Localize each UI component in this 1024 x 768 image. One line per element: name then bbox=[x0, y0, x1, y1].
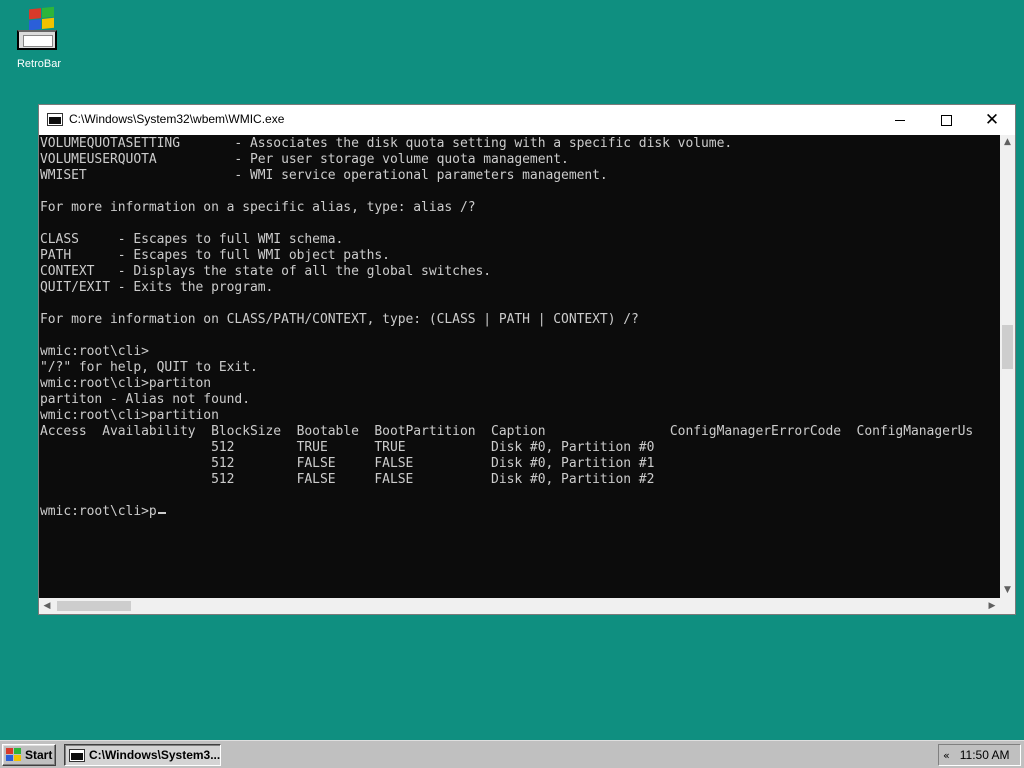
console-line: For more information on CLASS/PATH/CONTE… bbox=[40, 312, 639, 327]
text-cursor bbox=[157, 512, 166, 514]
scroll-up-icon[interactable]: ▲ bbox=[1000, 135, 1015, 150]
wmic-console-window[interactable]: C:\Windows\System32\wbem\WMIC.exe ✕ VOLU… bbox=[38, 104, 1016, 615]
console-output[interactable]: VOLUMEQUOTASETTING - Associates the disk… bbox=[39, 135, 1000, 598]
console-line: 512 FALSE FALSE Disk #0, Partition #1 bbox=[40, 456, 655, 471]
system-tray: « 11:50 AM bbox=[938, 744, 1021, 766]
console-line: wmic:root\cli> bbox=[40, 344, 149, 359]
vertical-scroll-thumb[interactable] bbox=[1002, 325, 1013, 369]
console-line: wmic:root\cli>p bbox=[40, 504, 166, 520]
scroll-left-icon[interactable]: ◀ bbox=[39, 598, 55, 614]
console-line: For more information on a specific alias… bbox=[40, 200, 476, 215]
scroll-down-icon[interactable]: ▼ bbox=[1000, 583, 1015, 598]
start-button[interactable]: Start bbox=[2, 744, 56, 766]
close-icon: ✕ bbox=[984, 109, 1000, 130]
console-line: Access Availability BlockSize Bootable B… bbox=[40, 424, 974, 439]
scrollbar-corner bbox=[1000, 598, 1015, 614]
console-line: wmic:root\cli>partiton bbox=[40, 376, 212, 391]
start-label: Start bbox=[25, 748, 53, 762]
console-icon bbox=[47, 113, 63, 126]
horizontal-scroll-thumb[interactable] bbox=[57, 601, 131, 611]
clock[interactable]: 11:50 AM bbox=[960, 748, 1010, 762]
console-line: WMISET - WMI service operational paramet… bbox=[40, 168, 608, 183]
windows-logo-icon bbox=[6, 748, 22, 762]
console-line: VOLUMEQUOTASETTING - Associates the disk… bbox=[40, 136, 733, 151]
window-title: C:\Windows\System32\wbem\WMIC.exe bbox=[69, 112, 285, 126]
vertical-scrollbar[interactable]: ▲ ▼ bbox=[1000, 135, 1015, 598]
console-line: partiton - Alias not found. bbox=[40, 392, 250, 407]
horizontal-scrollbar[interactable]: ◀ ▶ bbox=[39, 598, 1000, 614]
maximize-button[interactable] bbox=[923, 105, 969, 135]
console-line: VOLUMEUSERQUOTA - Per user storage volum… bbox=[40, 152, 569, 167]
tray-expand-icon[interactable]: « bbox=[943, 749, 950, 762]
desktop-icon-label: RetroBar bbox=[16, 58, 62, 70]
taskbar-button-wmic[interactable]: C:\Windows\System3... bbox=[64, 744, 221, 766]
console-line: "/?" for help, QUIT to Exit. bbox=[40, 360, 258, 375]
retrobar-icon bbox=[17, 6, 61, 52]
close-button[interactable]: ✕ bbox=[969, 105, 1015, 135]
console-icon bbox=[69, 748, 85, 762]
console-line: CONTEXT - Displays the state of all the … bbox=[40, 264, 492, 279]
taskbar-button-label: C:\Windows\System3... bbox=[88, 748, 220, 762]
console-line: wmic:root\cli>partition bbox=[40, 408, 219, 423]
console-line: PATH - Escapes to full WMI object paths. bbox=[40, 248, 390, 263]
console-line: CLASS - Escapes to full WMI schema. bbox=[40, 232, 344, 247]
minimize-button[interactable] bbox=[877, 105, 923, 135]
window-titlebar[interactable]: C:\Windows\System32\wbem\WMIC.exe ✕ bbox=[39, 105, 1015, 135]
console-line: QUIT/EXIT - Exits the program. bbox=[40, 280, 274, 295]
minimize-icon bbox=[895, 119, 905, 121]
desktop-icon-retrobar[interactable]: RetroBar bbox=[8, 6, 70, 70]
maximize-icon bbox=[940, 114, 952, 126]
taskbar: Start C:\Windows\System3... « 11:50 AM bbox=[0, 740, 1024, 768]
console-line: 512 TRUE TRUE Disk #0, Partition #0 bbox=[40, 440, 655, 455]
console-line: 512 FALSE FALSE Disk #0, Partition #2 bbox=[40, 472, 655, 487]
scroll-right-icon[interactable]: ▶ bbox=[984, 598, 1000, 614]
